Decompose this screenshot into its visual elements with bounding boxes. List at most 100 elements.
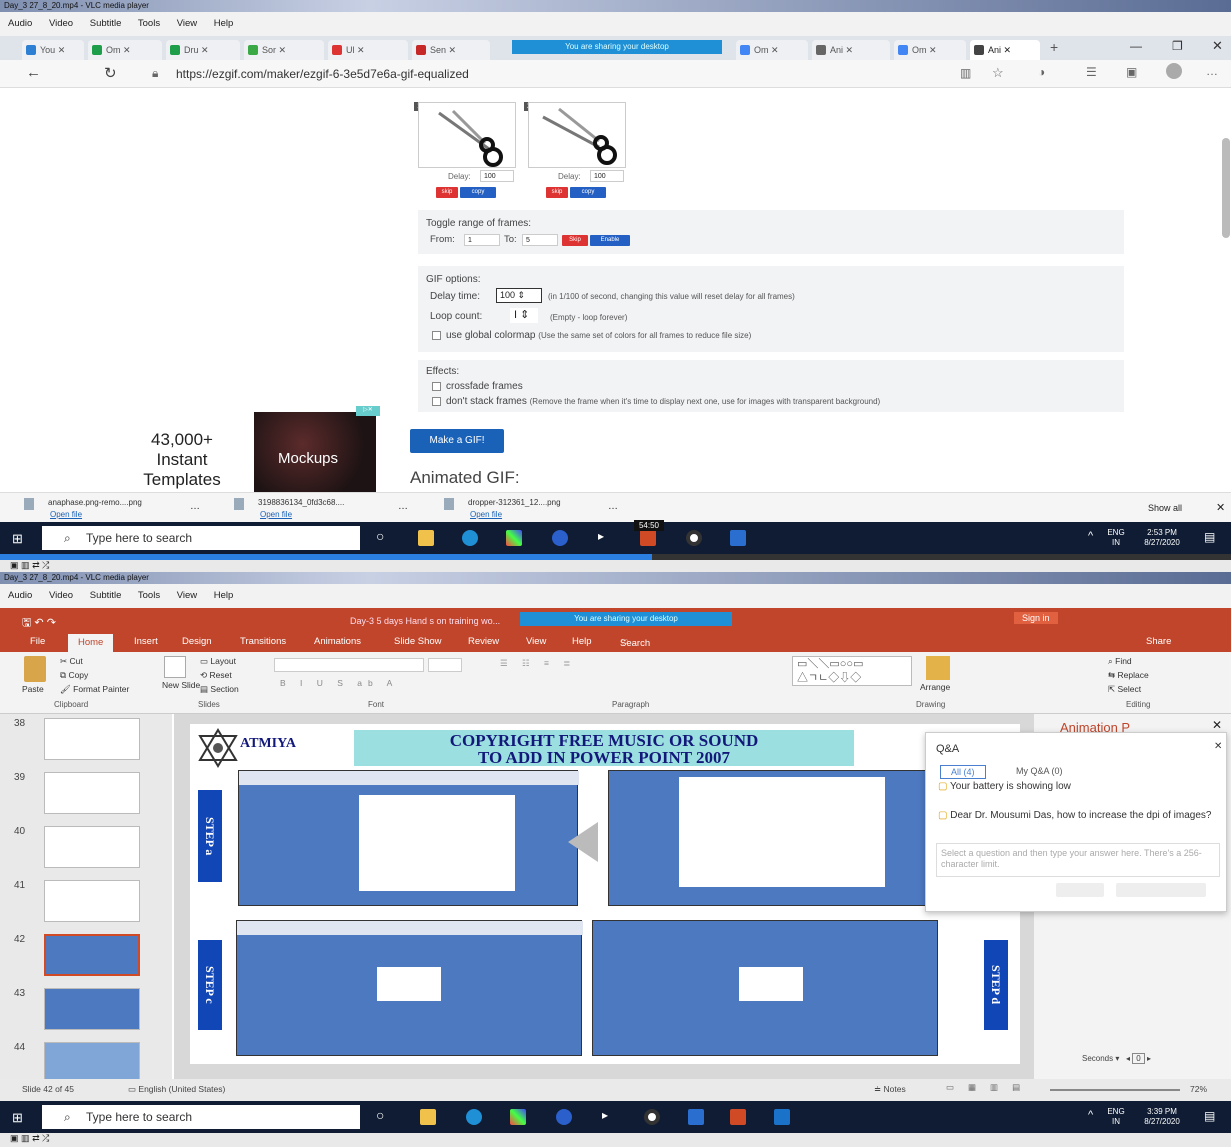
tab-design[interactable]: Design <box>182 636 212 647</box>
frame-thumbnail[interactable] <box>528 102 626 168</box>
paste-button[interactable]: Paste <box>22 684 44 694</box>
tab-insert[interactable]: Insert <box>134 636 158 647</box>
crossfade-checkbox[interactable] <box>432 381 441 391</box>
windows-start-icon[interactable]: ⊞ <box>12 1110 23 1126</box>
media-icon[interactable]: ▸ <box>598 529 604 543</box>
menu-subtitle[interactable]: Subtitle <box>90 18 122 29</box>
show-all-button[interactable]: Show all <box>1148 503 1182 513</box>
download-item[interactable]: dropper-312361_12....png Open file <box>444 498 561 519</box>
task-view-icon[interactable]: ○ <box>376 528 384 544</box>
new-tab-icon[interactable]: + <box>1050 39 1058 55</box>
arrange-icon[interactable] <box>926 656 950 680</box>
menu-audio[interactable]: Audio <box>8 18 32 29</box>
close-pane-icon[interactable]: ✕ <box>1212 718 1222 732</box>
tray-chevron-icon[interactable]: ^ <box>1088 530 1093 542</box>
menu-audio[interactable]: Audio <box>8 590 32 601</box>
qa-answer-input[interactable]: Select a question and then type your ans… <box>936 843 1220 877</box>
notification-icon[interactable]: ▤ <box>1204 1109 1215 1123</box>
playlist-icon[interactable]: ▥ <box>21 1133 30 1143</box>
slide-thumbnail[interactable] <box>44 988 140 1030</box>
menu-subtitle[interactable]: Subtitle <box>90 590 122 601</box>
more-icon[interactable]: … <box>1206 64 1218 78</box>
camera-icon[interactable] <box>686 530 702 546</box>
notes-button[interactable]: ≐ Notes <box>874 1084 906 1095</box>
skip-button[interactable]: skip <box>546 187 568 198</box>
sign-in-button[interactable]: Sign in <box>1014 612 1058 624</box>
colormap-option[interactable]: use global colormap (Use the same set of… <box>432 330 751 341</box>
file-explorer-icon[interactable] <box>420 1109 436 1125</box>
playlist-icon[interactable]: ▥ <box>21 560 30 570</box>
menu-view[interactable]: View <box>177 590 197 601</box>
format-painter-button[interactable]: 🖌︎ Format Painter <box>60 684 129 695</box>
frame-delay-input[interactable]: 100 <box>480 170 514 182</box>
browser-tab[interactable]: Om ✕ <box>736 40 808 60</box>
photos-icon[interactable] <box>730 530 746 546</box>
save-icon[interactable]: 🖫︎ ↶ ↷ <box>22 614 56 633</box>
download-menu-icon[interactable]: … <box>398 501 408 512</box>
maximize-icon[interactable]: ❐ <box>1172 39 1183 53</box>
refresh-icon[interactable]: ↻ <box>104 64 117 82</box>
download-menu-icon[interactable]: … <box>608 501 618 512</box>
back-icon[interactable]: ← <box>26 64 41 81</box>
slide-thumbnail[interactable] <box>44 718 140 760</box>
browser-tab-active[interactable]: Ani ✕ <box>970 40 1040 60</box>
open-file-link[interactable]: Open file <box>260 510 344 519</box>
download-item[interactable]: anaphase.png-remo....png Open file <box>24 498 142 519</box>
paint-icon[interactable] <box>510 1109 526 1125</box>
qa-tab-all[interactable]: All (4) <box>940 765 986 779</box>
copy-button[interactable]: copy <box>460 187 496 198</box>
zoom-level[interactable]: 72% <box>1190 1084 1207 1094</box>
reader-icon[interactable]: ▥ <box>960 66 971 80</box>
scrollbar[interactable] <box>1222 138 1230 238</box>
language-indicator[interactable]: ENG IN <box>1104 1107 1128 1127</box>
paragraph-buttons[interactable]: ☰ ☷ ≡ ≣ <box>500 658 576 669</box>
skip-button[interactable]: skip <box>436 187 458 198</box>
notification-icon[interactable]: ▤ <box>1204 530 1215 544</box>
url-input[interactable]: https://ezgif.com/maker/ezgif-6-3e5d7e6a… <box>176 67 469 81</box>
slide-thumbnail-selected[interactable] <box>44 934 140 976</box>
menu-help[interactable]: Help <box>214 18 234 29</box>
taskbar-search-input[interactable]: ⌕ Type here to search <box>42 1105 360 1129</box>
copy-button[interactable]: copy <box>570 187 606 198</box>
frame-thumbnail[interactable] <box>418 102 516 168</box>
reset-button[interactable]: ⟲ Reset <box>200 670 232 681</box>
menu-video[interactable]: Video <box>49 590 73 601</box>
qa-send-button[interactable] <box>1056 883 1104 897</box>
view-buttons[interactable]: ▭▦▥▤ <box>946 1082 1034 1093</box>
slide-thumbnail[interactable] <box>44 826 140 868</box>
collections-icon[interactable]: ▣ <box>1126 65 1137 79</box>
favorites-icon[interactable]: ☰ <box>1086 65 1097 79</box>
select-button[interactable]: ⇱ Select <box>1108 684 1141 695</box>
enable-range-button[interactable]: Enable <box>590 235 630 246</box>
screenshot-step-d[interactable] <box>592 920 938 1056</box>
screenshot-step-c[interactable] <box>236 920 583 1056</box>
tab-animations[interactable]: Animations <box>314 636 361 647</box>
file-explorer-icon[interactable] <box>418 530 434 546</box>
edge-icon[interactable] <box>462 530 478 546</box>
zoom-app-icon[interactable] <box>774 1109 790 1125</box>
browser-tab[interactable]: You ✕ <box>22 40 84 60</box>
play-icon[interactable]: ▣ <box>10 1133 19 1143</box>
menu-video[interactable]: Video <box>49 18 73 29</box>
to-input[interactable]: 5 <box>522 234 558 246</box>
tab-file[interactable]: File <box>30 636 45 647</box>
ad-image[interactable]: Mockups <box>254 412 376 492</box>
new-slide-icon[interactable] <box>164 656 186 678</box>
photos-icon[interactable] <box>688 1109 704 1125</box>
section-button[interactable]: ▤ Section <box>200 684 239 695</box>
open-file-link[interactable]: Open file <box>50 510 142 519</box>
language-indicator[interactable]: ENG IN <box>1104 528 1128 548</box>
extension-icon[interactable]: ◑ <box>1038 65 1045 79</box>
font-family-select[interactable] <box>274 658 424 672</box>
browser-tab[interactable]: Sor ✕ <box>244 40 324 60</box>
qa-tab-my[interactable]: My Q&A (0) <box>1016 766 1063 776</box>
menu-tools[interactable]: Tools <box>138 590 160 601</box>
new-slide-button[interactable]: New Slide <box>162 680 200 690</box>
screenshot-step-a[interactable] <box>238 770 579 906</box>
cut-button[interactable]: ✂ Cut <box>60 656 83 667</box>
media-icon[interactable]: ▸ <box>602 1108 608 1122</box>
copy-button[interactable]: ⧉ Copy <box>60 670 88 681</box>
tab-transitions[interactable]: Transitions <box>240 636 286 647</box>
powerpoint-icon[interactable] <box>730 1109 746 1125</box>
browser-tab[interactable]: Om ✕ <box>894 40 966 60</box>
